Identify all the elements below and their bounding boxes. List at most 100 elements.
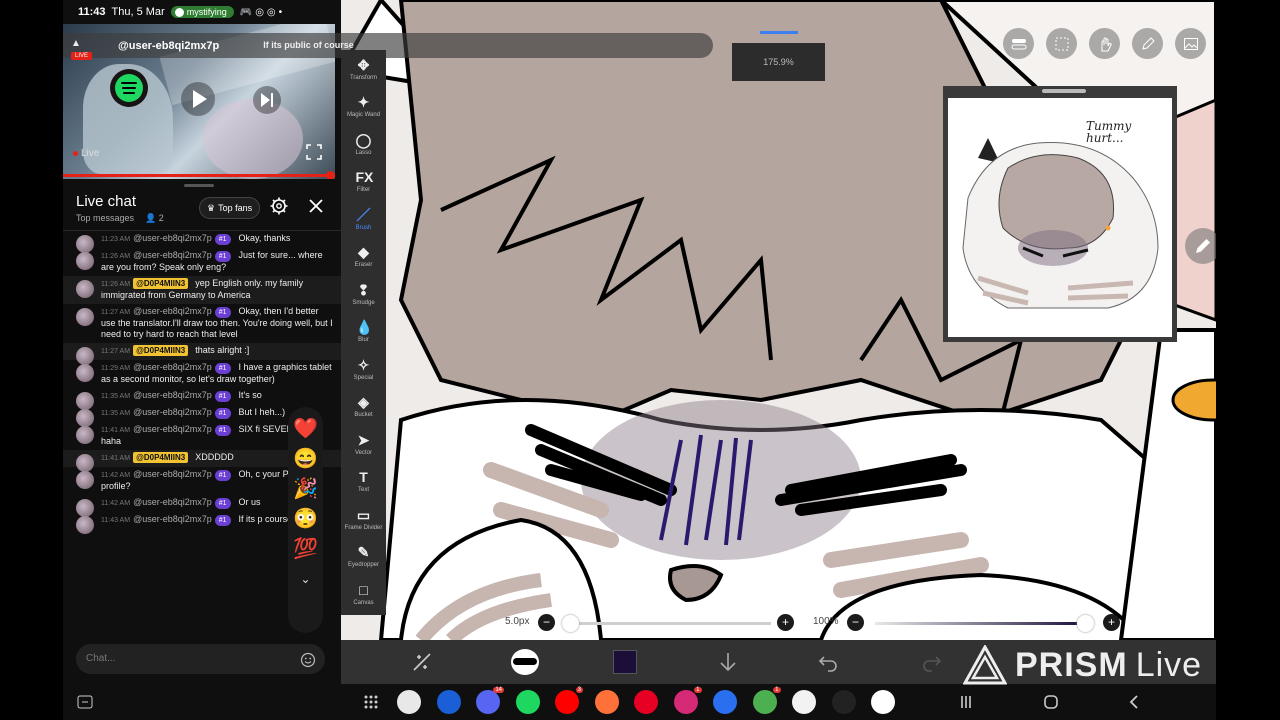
tool-text[interactable]: T Text	[341, 463, 386, 501]
samsung-app-icon[interactable]	[713, 690, 737, 714]
tool-brush[interactable]: ／ Brush	[341, 200, 386, 238]
message-author[interactable]: @user-eb8qi2mx7p	[133, 390, 212, 400]
pencil-mode-button[interactable]	[1132, 28, 1163, 59]
message-author[interactable]: @D0P4MIIN3	[133, 278, 189, 289]
tool-blur[interactable]: 💧 Blur	[341, 313, 386, 351]
brush-preview-button[interactable]	[511, 649, 539, 675]
touch-mode-button[interactable]	[1089, 28, 1120, 59]
ibis-paint-icon[interactable]	[436, 690, 461, 714]
tool-eyedropper[interactable]: ✎ Eyedropper	[341, 538, 386, 576]
message-author[interactable]: @D0P4MIIN3	[133, 345, 189, 356]
message-author[interactable]: @user-eb8qi2mx7p	[133, 250, 212, 260]
chat-message[interactable]: 11:35 AM @user-eb8qi2mx7p #1 It's so	[63, 388, 341, 410]
avatar[interactable]	[76, 426, 94, 444]
reference-button[interactable]	[1175, 28, 1206, 59]
laugh-reaction[interactable]: 😄	[293, 447, 318, 471]
youtube-studio-icon[interactable]	[792, 690, 816, 714]
tool-frame-divider[interactable]: ▭ Frame Divider	[341, 500, 386, 538]
preview-drag-handle[interactable]	[1042, 89, 1086, 93]
edit-fab[interactable]	[1185, 228, 1216, 264]
chat-message[interactable]: 11:29 AM @user-eb8qi2mx7p #1 I have a graph…	[63, 360, 341, 388]
now-playing-pill[interactable]: mystifying	[170, 6, 234, 18]
chat-message[interactable]: 11:27 AM @user-eb8qi2mx7p #1 Okay, then I'd…	[63, 304, 341, 343]
chat-message[interactable]: 11:26 AM @user-eb8qi2mx7p #1 Just for sure.…	[63, 248, 341, 276]
back-icon[interactable]	[1124, 692, 1144, 712]
app-drawer-icon[interactable]	[361, 692, 381, 712]
tool-vector[interactable]: ➤ Vector	[341, 425, 386, 463]
flushed-reaction[interactable]: 😳	[293, 507, 318, 531]
reference-preview[interactable]: Tummy hurt...	[943, 86, 1177, 342]
avatar[interactable]	[76, 280, 94, 298]
message-author[interactable]: @user-eb8qi2mx7p	[133, 424, 212, 434]
play-button[interactable]	[181, 82, 215, 116]
redo-icon[interactable]	[921, 651, 943, 673]
avatar[interactable]	[76, 471, 94, 489]
tool-canvas[interactable]: □ Canvas	[341, 575, 386, 613]
message-author[interactable]: @D0P4MIIN3	[133, 452, 189, 463]
close-icon[interactable]	[307, 197, 325, 215]
tool-smudge[interactable]: ❢ Smudge	[341, 275, 386, 313]
color-swatch[interactable]	[613, 650, 637, 674]
drag-handle[interactable]	[184, 184, 214, 187]
tool-eraser[interactable]: ◆ Eraser	[341, 238, 386, 276]
message-author[interactable]: @user-eb8qi2mx7p	[133, 362, 212, 372]
firefox-icon[interactable]	[594, 690, 619, 714]
chat-mode-label[interactable]: Top messages	[76, 213, 134, 223]
tool-magic-wand[interactable]: ✦ Magic Wand	[341, 88, 386, 126]
emoji-picker-icon[interactable]	[300, 652, 316, 668]
pinned-message-banner[interactable]: @user-eb8qi2mx7p If its public of course	[63, 33, 713, 58]
keyboard-icon[interactable]	[75, 692, 95, 712]
chevron-down-icon[interactable]: ⌄	[300, 567, 310, 591]
fullscreen-icon[interactable]	[306, 144, 322, 160]
discord-icon[interactable]: 14	[476, 687, 504, 714]
tool-transform[interactable]: ✥ Transform	[341, 50, 386, 88]
chat-message[interactable]: 11:23 AM @user-eb8qi2mx7p #1 Okay, thanks	[63, 231, 341, 253]
instagram-icon[interactable]: 1	[673, 687, 702, 714]
opacity-decrease[interactable]: −	[847, 614, 864, 631]
live-indicator[interactable]: Live	[73, 148, 99, 159]
opacity-knob[interactable]	[1077, 615, 1094, 632]
recents-icon[interactable]	[956, 692, 976, 712]
message-author[interactable]: @user-eb8qi2mx7p	[133, 306, 212, 316]
top-fans-button[interactable]: ♛ Top fans	[199, 197, 261, 219]
brush-size-increase[interactable]: +	[777, 614, 794, 631]
galaxy-store-icon[interactable]	[397, 690, 421, 714]
gear-icon[interactable]	[269, 196, 289, 216]
spotify-button[interactable]	[110, 69, 148, 107]
quick-menu-icon[interactable]	[411, 651, 433, 673]
spotify-icon[interactable]	[515, 690, 540, 714]
chat-message[interactable]: 11:27 AM @D0P4MIIN3 thats alright :]	[63, 343, 341, 365]
avatar[interactable]	[76, 252, 94, 270]
chat-message[interactable]: 11:26 AM @D0P4MIIN3 yep English only. my f…	[63, 276, 341, 304]
avatar[interactable]	[76, 516, 94, 534]
message-author[interactable]: @user-eb8qi2mx7p	[133, 497, 212, 507]
layer-down-icon[interactable]	[717, 651, 739, 673]
message-author[interactable]: @user-eb8qi2mx7p	[133, 233, 212, 243]
opacity-slider[interactable]	[875, 622, 1085, 625]
party-reaction[interactable]: 🎉	[293, 477, 318, 501]
message-author[interactable]: @user-eb8qi2mx7p	[133, 514, 212, 524]
toggle-ui-button[interactable]	[1003, 28, 1034, 59]
tool-special[interactable]: ✧ Special	[341, 350, 386, 388]
brush-size-slider[interactable]	[566, 622, 771, 625]
prism-live-icon[interactable]	[831, 690, 856, 714]
undo-icon[interactable]	[817, 651, 839, 673]
hundred-reaction[interactable]: 💯	[293, 537, 318, 561]
message-author[interactable]: @user-eb8qi2mx7p	[133, 407, 212, 417]
heart-reaction[interactable]: ❤️	[293, 417, 318, 441]
chat-input[interactable]: Chat...	[76, 644, 325, 674]
message-author[interactable]: @user-eb8qi2mx7p	[133, 469, 212, 479]
google-icon[interactable]	[871, 690, 895, 714]
tool-filter[interactable]: FX Filter	[341, 163, 386, 201]
opacity-increase[interactable]: +	[1103, 614, 1120, 631]
avatar[interactable]	[76, 308, 94, 326]
pinterest-icon[interactable]	[634, 690, 658, 714]
avatar[interactable]	[76, 364, 94, 382]
tool-bucket[interactable]: ◈ Bucket	[341, 388, 386, 426]
video-progress-bar[interactable]	[63, 171, 335, 179]
brush-size-knob[interactable]	[562, 615, 580, 632]
chrome-icon[interactable]: 1	[752, 687, 781, 714]
brush-size-decrease[interactable]: −	[538, 614, 555, 631]
next-button[interactable]	[253, 86, 281, 114]
tool-lasso[interactable]: ◯ Lasso	[341, 125, 386, 163]
